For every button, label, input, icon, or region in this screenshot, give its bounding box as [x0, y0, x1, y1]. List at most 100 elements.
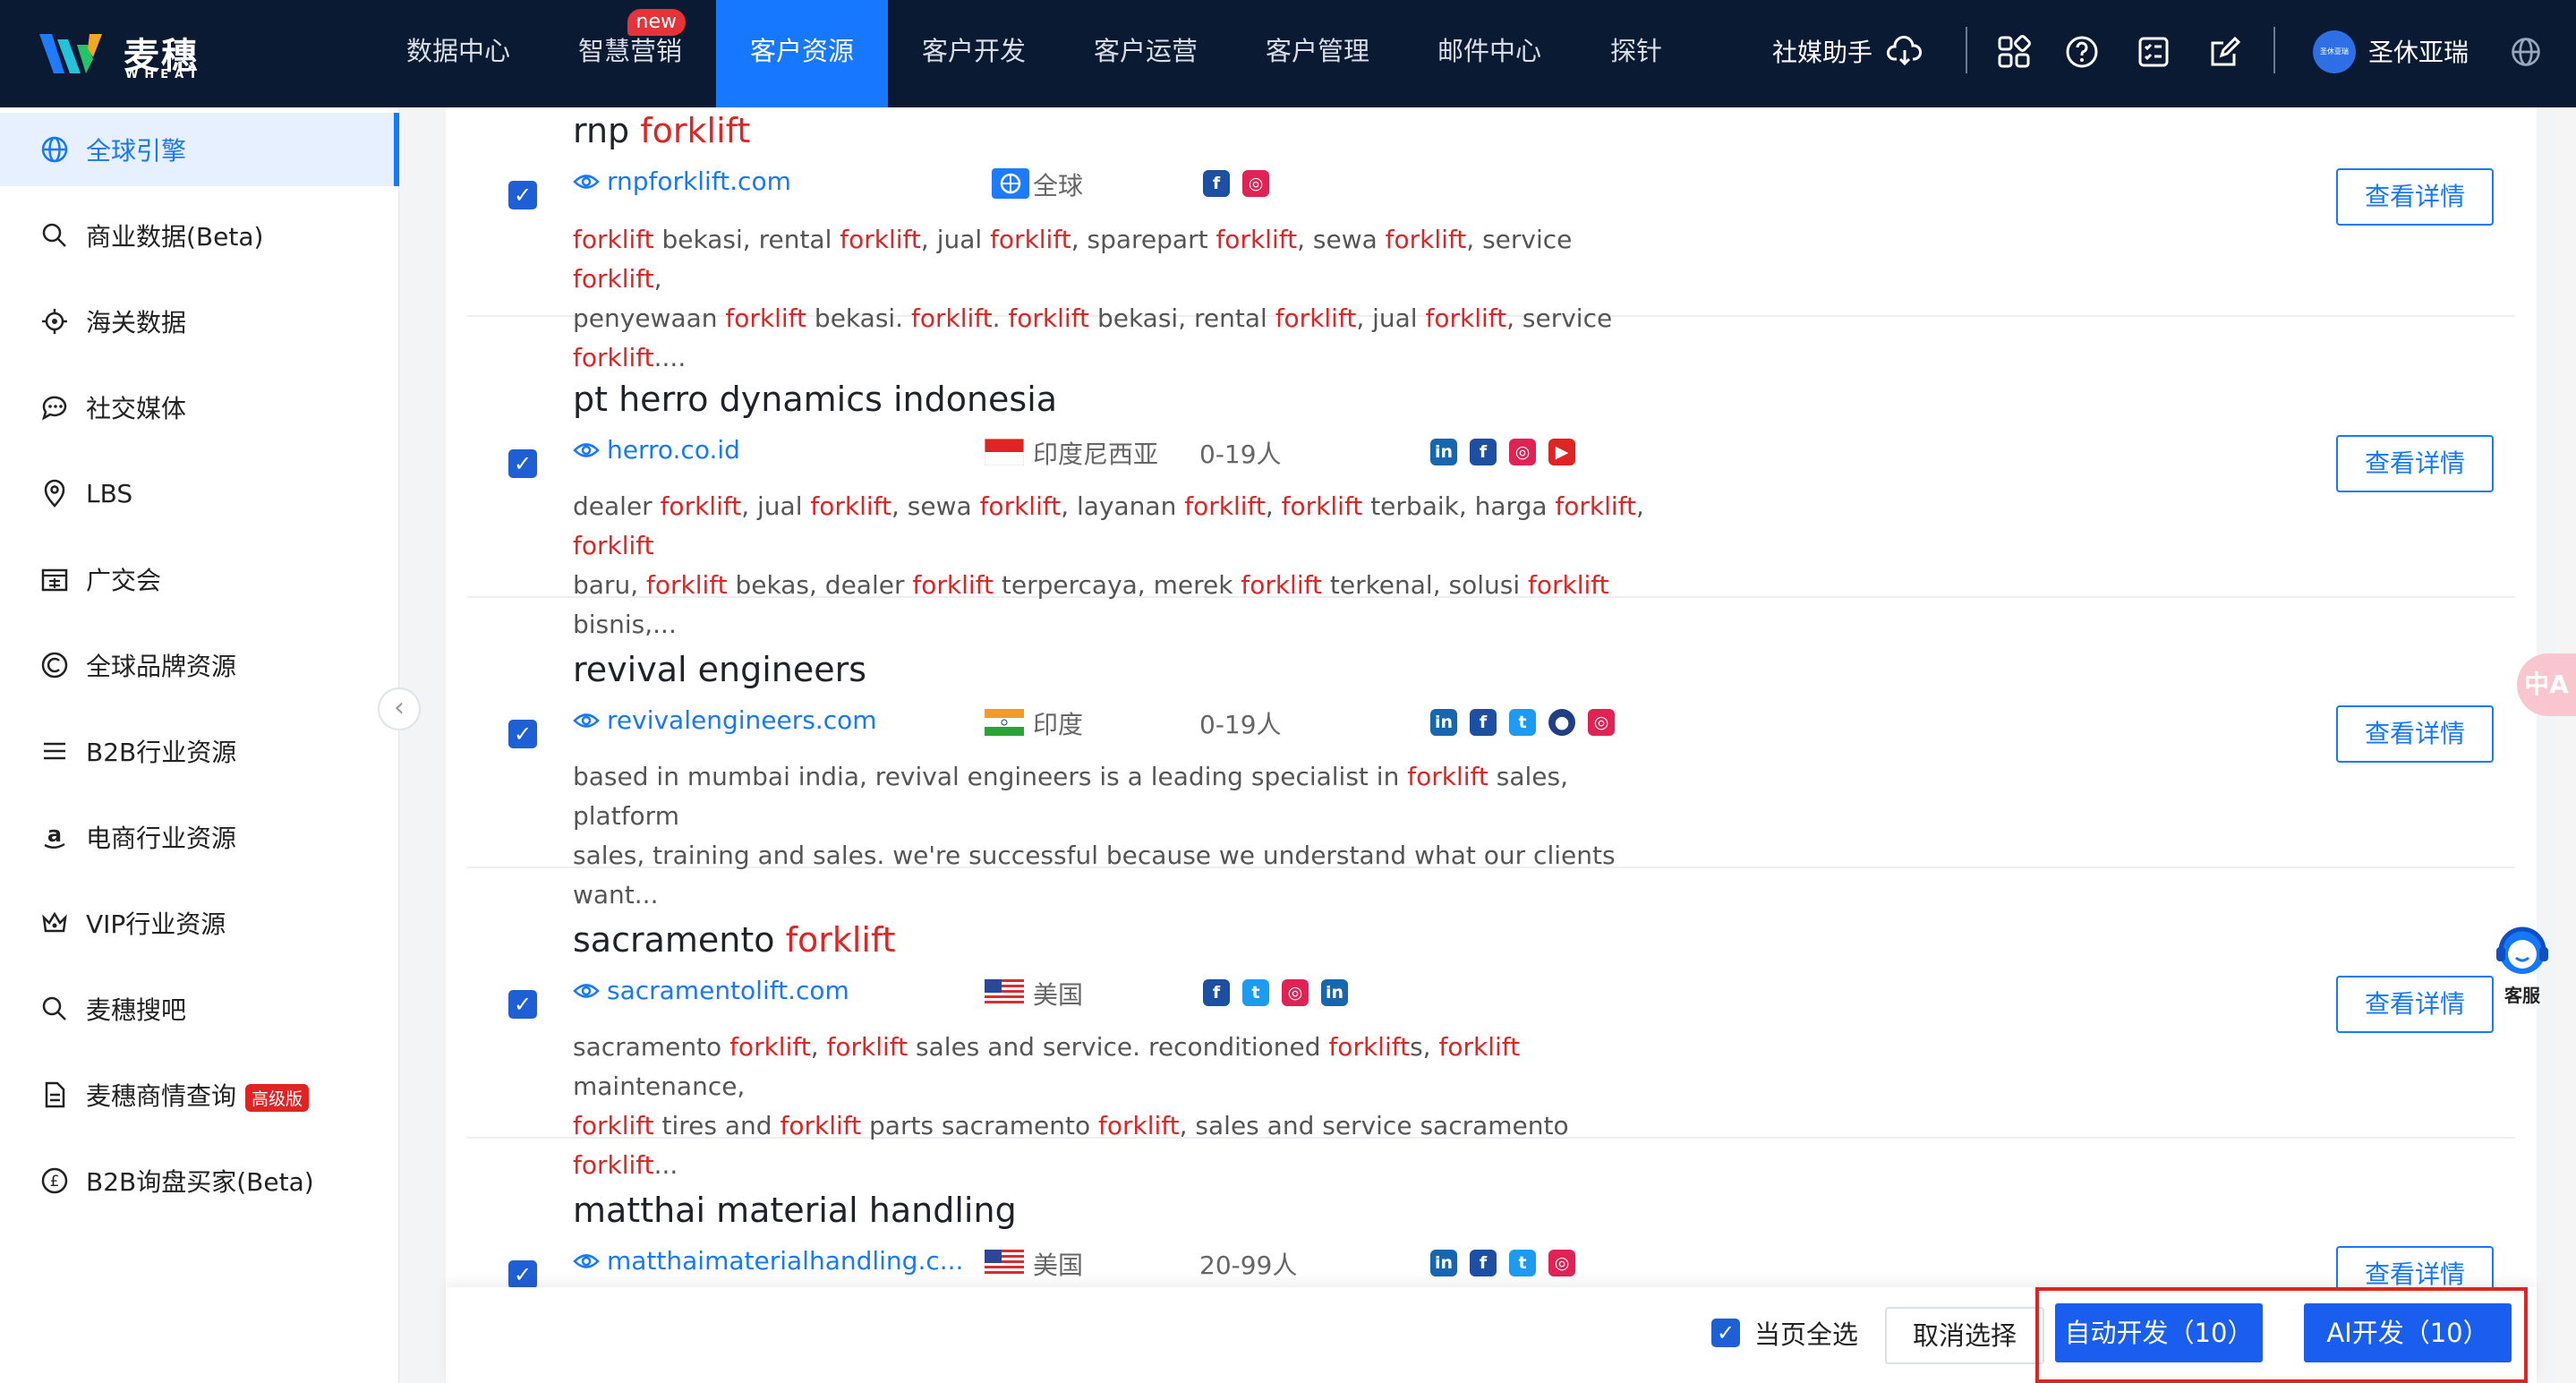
twitter-icon[interactable]: t	[1242, 979, 1269, 1006]
apps-grid-icon[interactable]	[1996, 34, 2032, 70]
sidebar-item-wheat-search[interactable]: 麦穗搜吧	[0, 972, 399, 1046]
nav-customer-resources[interactable]: 客户资源	[716, 0, 888, 107]
company-url-link[interactable]: rnpforklift.com	[573, 166, 791, 196]
globe-icon	[41, 136, 68, 163]
select-page-label[interactable]: 当页全选	[1754, 1314, 1858, 1352]
company-title[interactable]: sacramento forklift	[573, 920, 896, 960]
sidebar-item-social-media[interactable]: 社交媒体	[0, 371, 399, 444]
description-text: sales and service. reconditioned	[908, 1032, 1329, 1062]
twitter-icon[interactable]: t	[1509, 1250, 1536, 1276]
view-details-button[interactable]: 查看详情	[2336, 168, 2494, 226]
top-nav: 麦穗 WHEAT 数据中心 智慧营销 new 客户资源 客户开发 客户运营 客户…	[0, 0, 2576, 107]
social-links: in f t ◎	[1430, 1250, 1575, 1276]
view-details-button[interactable]: 查看详情	[2336, 976, 2494, 1033]
instagram-icon[interactable]: ◎	[1509, 439, 1536, 465]
select-checkbox[interactable]: ✓	[508, 449, 537, 478]
sidebar-item-market-intel[interactable]: 麦穗商情查询 高级版	[0, 1058, 399, 1131]
nav-label: 探针	[1609, 36, 1662, 66]
instagram-icon[interactable]: ◎	[1242, 170, 1269, 197]
sidebar-item-label: 广交会	[86, 566, 162, 595]
sidebar-item-business-data[interactable]: 商业数据(Beta)	[0, 199, 399, 272]
linkedin-icon[interactable]: in	[1430, 439, 1457, 465]
eye-icon	[573, 443, 600, 457]
social-helper-link[interactable]: 社媒助手	[1772, 0, 1872, 107]
select-checkbox[interactable]: ✓	[508, 1260, 537, 1289]
sidebar-item-customs-data[interactable]: 海关数据	[0, 285, 399, 358]
avatar[interactable]: 圣休亚瑞	[2313, 30, 2356, 73]
nav-mail-center[interactable]: 邮件中心	[1425, 0, 1554, 107]
location-pin-icon[interactable]: ●	[1548, 709, 1575, 736]
nav-customer-development[interactable]: 客户开发	[909, 0, 1038, 107]
twitter-icon[interactable]: t	[1509, 709, 1536, 736]
instagram-icon[interactable]: ◎	[1588, 709, 1615, 736]
task-list-icon[interactable]	[2136, 34, 2171, 70]
description-text: , layanan	[1061, 491, 1185, 521]
company-url-link[interactable]: revivalengineers.com	[573, 705, 877, 735]
help-icon[interactable]	[2064, 34, 2100, 70]
company-title[interactable]: matthai material handling	[573, 1191, 1017, 1230]
sidebar-item-canton-fair[interactable]: 广交会	[0, 542, 399, 616]
facebook-icon[interactable]: f	[1203, 979, 1230, 1006]
select-checkbox[interactable]: ✓	[508, 720, 537, 748]
cancel-selection-button[interactable]: 取消选择	[1885, 1307, 2044, 1364]
sidebar-collapse-button[interactable]: ‹	[378, 687, 421, 730]
customer-service-button[interactable]: 客服	[2486, 918, 2558, 1008]
select-checkbox[interactable]: ✓	[508, 990, 537, 1019]
nav-smart-marketing[interactable]: 智慧营销 new	[566, 0, 695, 107]
description-line: based in mumbai india, revival engineers…	[573, 757, 1647, 836]
sidebar-item-vip-resources[interactable]: VIP行业资源	[0, 886, 399, 960]
select-page-checkbox[interactable]: ✓	[1711, 1319, 1740, 1347]
nav-divider	[2273, 27, 2275, 73]
keyword-highlight: forklift	[990, 225, 1071, 254]
search-icon	[42, 223, 66, 247]
sidebar-item-ecommerce-resources[interactable]: a 电商行业资源	[0, 800, 399, 874]
youtube-icon[interactable]: ▶	[1548, 439, 1575, 465]
cloud-download-icon[interactable]	[1887, 34, 1923, 70]
edit-note-icon[interactable]	[2207, 34, 2243, 70]
instagram-icon[interactable]: ◎	[1548, 1250, 1575, 1276]
nav-probe[interactable]: 探针	[1593, 0, 1679, 107]
auto-develop-button[interactable]: 自动开发（10）	[2055, 1303, 2263, 1362]
company-url-link[interactable]: sacramentolift.com	[573, 976, 849, 1005]
translate-button[interactable]: 中A	[2517, 653, 2576, 716]
linkedin-icon[interactable]: in	[1321, 979, 1348, 1006]
sidebar-item-global-brands[interactable]: 全球品牌资源	[0, 628, 399, 702]
ai-develop-button[interactable]: AI开发（10）	[2304, 1303, 2512, 1362]
sidebar-item-b2b-resources[interactable]: B2B行业资源	[0, 714, 399, 788]
company-title[interactable]: pt herro dynamics indonesia	[573, 380, 1057, 419]
new-badge: new	[627, 9, 686, 36]
title-highlight: forklift	[785, 920, 896, 960]
country-label: 印度	[1033, 710, 1084, 739]
nav-customer-management[interactable]: 客户管理	[1253, 0, 1382, 107]
facebook-icon[interactable]: f	[1470, 1250, 1497, 1276]
keyword-highlight: forklift	[1241, 570, 1322, 600]
linkedin-icon[interactable]: in	[1430, 1250, 1457, 1276]
sidebar-item-lbs[interactable]: LBS	[0, 457, 399, 530]
description-text: , jual	[920, 225, 991, 254]
facebook-icon[interactable]: f	[1470, 439, 1497, 465]
linkedin-icon[interactable]: in	[1430, 709, 1457, 736]
scrollbar[interactable]	[2556, 107, 2576, 1383]
nav-customer-operations[interactable]: 客户运营	[1081, 0, 1210, 107]
instagram-icon[interactable]: ◎	[1282, 979, 1309, 1006]
sidebar-item-label-wrap: 麦穗商情查询 高级版	[86, 1077, 310, 1113]
company-title[interactable]: rnp forklift	[573, 111, 750, 150]
description-text: , jual	[741, 491, 811, 521]
brand-logo[interactable]: 麦穗 WHEAT	[38, 21, 217, 86]
sidebar-item-b2b-buyers[interactable]: £ B2B询盘买家(Beta)	[0, 1144, 399, 1217]
facebook-icon[interactable]: f	[1470, 709, 1497, 736]
sidebar-item-global-engine[interactable]: 全球引擎	[0, 113, 399, 186]
company-url-link[interactable]: matthaimaterialhandling.c...	[573, 1246, 963, 1276]
language-globe-icon[interactable]	[2510, 36, 2542, 68]
company-url-link[interactable]: herro.co.id	[573, 435, 740, 465]
view-details-button[interactable]: 查看详情	[2336, 435, 2494, 492]
user-name[interactable]: 圣休亚瑞	[2368, 0, 2469, 107]
description-text: terkenal, solusi	[1321, 570, 1529, 600]
facebook-icon[interactable]: f	[1203, 170, 1230, 197]
country-label: 美国	[1033, 980, 1084, 1010]
pound-icon: £	[41, 1167, 68, 1194]
company-title[interactable]: revival engineers	[573, 650, 866, 689]
view-details-button[interactable]: 查看详情	[2336, 705, 2494, 763]
select-checkbox[interactable]: ✓	[508, 181, 537, 209]
nav-data-center[interactable]: 数据中心	[394, 0, 523, 107]
